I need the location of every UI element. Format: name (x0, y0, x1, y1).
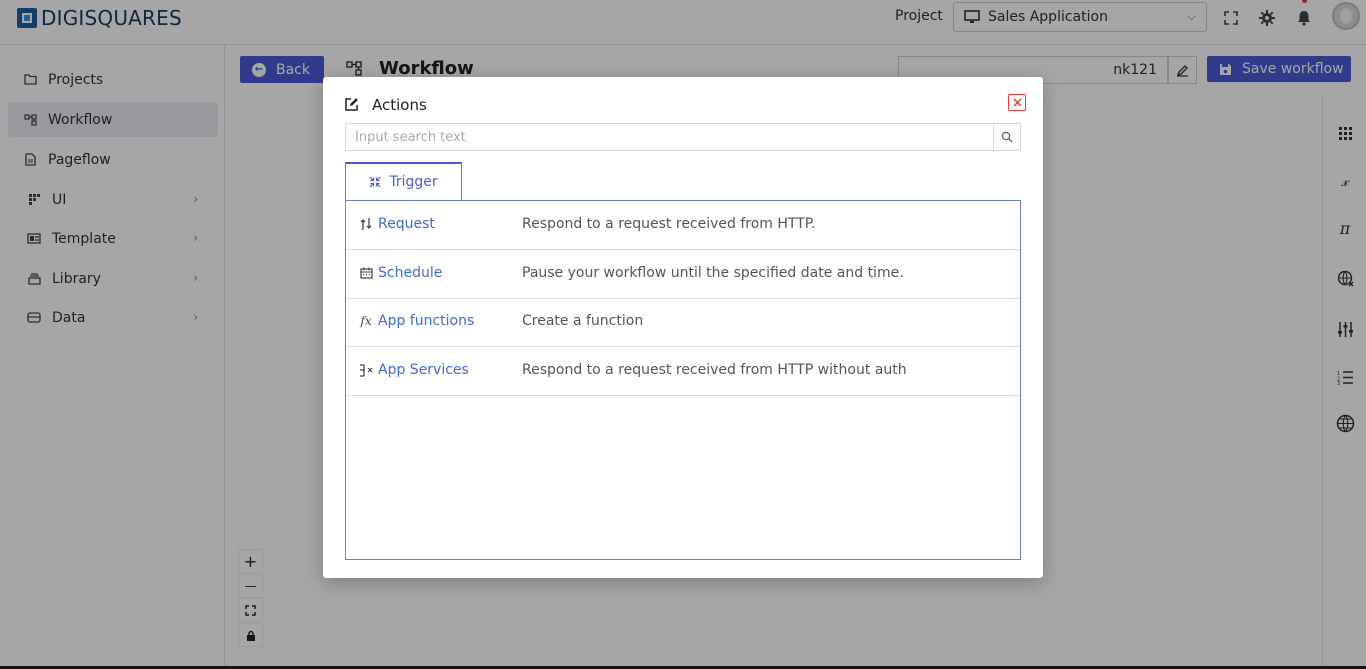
list-item-app-services[interactable]: App Services Respond to a request receiv… (346, 347, 1020, 396)
search-input[interactable] (346, 124, 994, 150)
tab-label: Trigger (389, 174, 438, 190)
modal-title: Actions (372, 96, 427, 114)
action-description: Pause your workflow until the specified … (522, 265, 904, 281)
request-icon (359, 217, 373, 231)
action-name[interactable]: Request (378, 216, 435, 232)
search-box (345, 123, 1021, 151)
action-name[interactable]: App Services (378, 362, 469, 378)
close-button[interactable] (1008, 94, 1026, 111)
action-description: Respond to a request received from HTTP … (522, 362, 907, 378)
list-item-schedule[interactable]: Schedule Pause your workflow until the s… (346, 250, 1020, 299)
action-name[interactable]: Schedule (378, 265, 442, 281)
list-item-request[interactable]: Request Respond to a request received fr… (346, 201, 1020, 250)
schedule-icon (359, 266, 373, 280)
list-item-app-functions[interactable]: fx App functions Create a function (346, 298, 1020, 347)
function-icon: fx (360, 314, 372, 328)
actions-modal: Actions Trigger Request Respond to a req… (323, 77, 1043, 578)
services-icon (359, 363, 373, 377)
close-icon (1012, 98, 1022, 107)
action-description: Create a function (522, 313, 644, 329)
search-icon (1001, 131, 1013, 143)
actions-list: Request Respond to a request received fr… (345, 200, 1021, 560)
tab-trigger[interactable]: Trigger (345, 162, 462, 200)
edit-square-icon (344, 97, 359, 116)
action-name[interactable]: App functions (378, 313, 474, 329)
search-button[interactable] (993, 124, 1020, 150)
collapse-arrows-icon (369, 176, 381, 188)
action-description: Respond to a request received from HTTP. (522, 216, 816, 232)
